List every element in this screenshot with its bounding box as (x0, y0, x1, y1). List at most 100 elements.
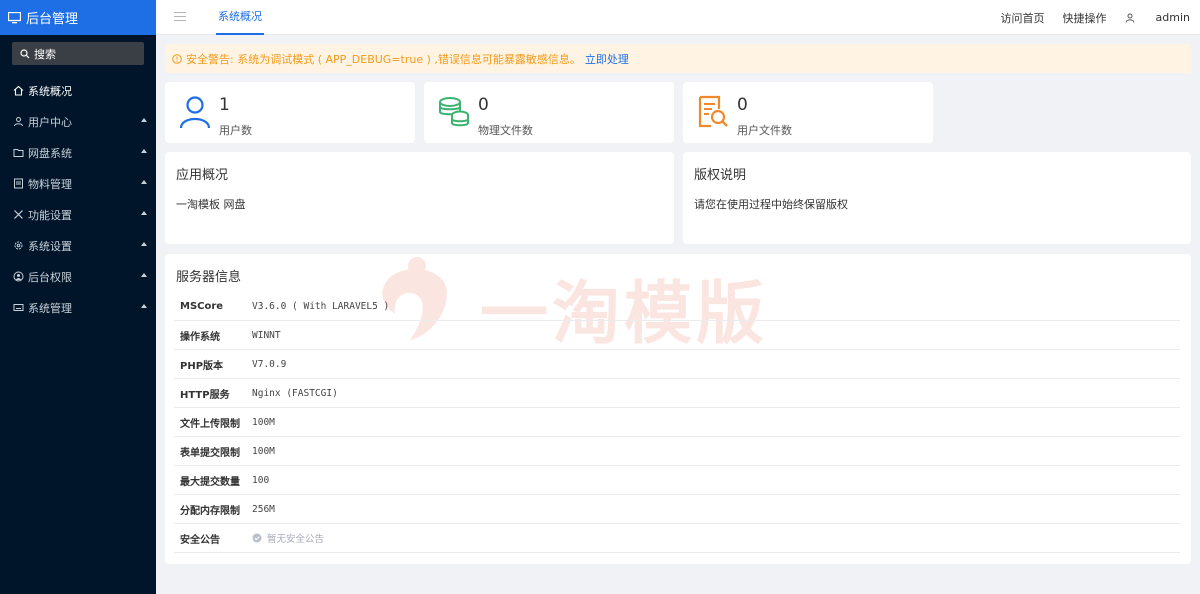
search-icon (20, 48, 30, 59)
tab-overview[interactable]: 系统概况 (216, 0, 264, 35)
stat-label: 用户文件数 (737, 124, 792, 137)
visit-home-link[interactable]: 访问首页 (1001, 10, 1045, 26)
caret-up-icon (141, 149, 147, 153)
user-icon (179, 95, 213, 129)
users-icon (12, 116, 24, 128)
stat-value: 0 (737, 95, 748, 115)
brand-title: 后台管理 (26, 12, 79, 27)
keyboard-icon (12, 302, 24, 314)
row-key: PHP版本 (180, 360, 224, 372)
row-value: 100 (252, 474, 270, 486)
sidebar-search[interactable]: 搜索 (12, 42, 144, 65)
username: admin (1155, 11, 1190, 24)
sidebar-item-netdisk[interactable]: 网盘系统 (0, 137, 156, 168)
monitor-icon (8, 11, 22, 25)
header-links: 访问首页 快捷操作 admin (983, 0, 1190, 35)
row-value: V3.6.0 ( With LARAVEL5 ) (252, 300, 390, 312)
row-key: 最大提交数量 (180, 476, 240, 488)
table-row: 分配内存限制 256M (174, 495, 1180, 524)
alert-action-link[interactable]: 立即处理 (585, 51, 629, 67)
stat-card-users: 1 用户数 (165, 82, 415, 143)
folder-icon (12, 147, 24, 159)
table-row: MSCore V3.6.0 ( With LARAVEL5 ) (174, 292, 1180, 321)
row-value: 暂无安全公告 (252, 531, 324, 545)
row-value: 100M (252, 445, 275, 457)
caret-up-icon (141, 242, 147, 246)
table-row: 安全公告 暂无安全公告 (174, 524, 1180, 553)
panel-title: 应用概况 (176, 168, 229, 183)
sidebar-item-label: 系统设置 (28, 239, 72, 253)
home-icon (12, 85, 24, 97)
sidebar-item-label: 功能设置 (28, 208, 72, 222)
server-info-table: MSCore V3.6.0 ( With LARAVEL5 ) 操作系统 WINNT… (174, 292, 1180, 553)
row-value: 100M (252, 416, 275, 428)
row-key: 操作系统 (180, 331, 220, 343)
table-row: 表单提交限制 100M (174, 437, 1180, 466)
panel-title: 版权说明 (694, 168, 747, 183)
menu-toggle-icon[interactable] (174, 12, 186, 22)
stat-card-user-files: 0 用户文件数 (683, 82, 933, 143)
sidebar-item-label: 系统管理 (28, 301, 72, 315)
search-label: 搜索 (34, 47, 56, 61)
row-key: 文件上传限制 (180, 418, 240, 430)
table-row: 文件上传限制 100M (174, 408, 1180, 437)
sidebar-item-users[interactable]: 用户中心 (0, 106, 156, 137)
sidebar-item-materials[interactable]: 物料管理 (0, 168, 156, 199)
row-key: MSCore (180, 300, 224, 312)
check-circle-icon (252, 533, 262, 543)
app-overview-panel: 应用概况 一淘模板 网盘 (165, 152, 674, 244)
copyright-panel: 版权说明 请您在使用过程中始终保留版权 (683, 152, 1191, 244)
table-row: 最大提交数量 100 (174, 466, 1180, 495)
stat-card-physical-files: 0 物理文件数 (424, 82, 674, 143)
row-value: 256M (252, 503, 275, 515)
sidebar-item-permissions[interactable]: 后台权限 (0, 261, 156, 292)
sidebar-item-label: 物料管理 (28, 177, 72, 191)
sidebar-item-label: 系统概况 (28, 84, 72, 98)
row-key: 分配内存限制 (180, 505, 240, 517)
sidebar-item-overview[interactable]: 系统概况 (0, 75, 156, 106)
sidebar-item-label: 后台权限 (28, 270, 72, 284)
row-key: HTTP服务 (180, 389, 230, 401)
tools-icon (12, 209, 24, 221)
alert-text: 安全警告: 系统为调试模式 ( APP_DEBUG=true ) ,错误信息可能… (186, 52, 581, 66)
warning-circle-icon (172, 53, 182, 64)
caret-up-icon (141, 180, 147, 184)
gear-icon (12, 240, 24, 252)
brand[interactable]: 后台管理 (0, 0, 156, 35)
caret-up-icon (141, 211, 147, 215)
user-circle-icon (12, 271, 24, 283)
stat-label: 物理文件数 (478, 124, 533, 137)
stat-value: 0 (478, 95, 489, 115)
row-value: WINNT (252, 329, 281, 341)
file-search-icon (697, 95, 731, 129)
document-icon (12, 178, 24, 190)
stat-label: 用户数 (219, 124, 252, 137)
table-row: HTTP服务 Nginx (FASTCGI) (174, 379, 1180, 408)
sidebar-item-features[interactable]: 功能设置 (0, 199, 156, 230)
top-header: 系统概况 访问首页 快捷操作 admin (156, 0, 1200, 35)
caret-up-icon (141, 118, 147, 122)
row-key: 表单提交限制 (180, 447, 240, 459)
stat-value: 1 (219, 95, 230, 115)
caret-up-icon (141, 304, 147, 308)
caret-up-icon (141, 273, 147, 277)
panel-body: 请您在使用过程中始终保留版权 (694, 198, 848, 211)
database-icon (438, 95, 472, 129)
server-info-panel: 一淘模版 服务器信息 MSCore V3.6.0 ( With LARAVEL5 … (165, 254, 1191, 564)
sidebar: 后台管理 搜索 系统概况 用户中心 网盘系统 物料管理 功能设置 系统设置 后台… (0, 0, 156, 594)
row-value: V7.0.9 (252, 358, 287, 370)
sidebar-item-label: 网盘系统 (28, 146, 72, 160)
table-row: PHP版本 V7.0.9 (174, 350, 1180, 379)
user-icon (1125, 13, 1135, 23)
security-notice-text: 暂无安全公告 (267, 534, 325, 545)
sidebar-item-system[interactable]: 系统管理 (0, 292, 156, 323)
sidebar-item-settings[interactable]: 系统设置 (0, 230, 156, 261)
panel-body: 一淘模板 网盘 (176, 198, 246, 211)
quick-ops-link[interactable]: 快捷操作 (1063, 10, 1107, 26)
security-alert: 安全警告: 系统为调试模式 ( APP_DEBUG=true ) ,错误信息可能… (165, 44, 1191, 73)
user-menu[interactable]: admin (1125, 11, 1190, 24)
sidebar-item-label: 用户中心 (28, 115, 72, 129)
panel-title: 服务器信息 (176, 270, 242, 285)
table-row: 操作系统 WINNT (174, 321, 1180, 350)
row-value: Nginx (FASTCGI) (252, 387, 338, 399)
